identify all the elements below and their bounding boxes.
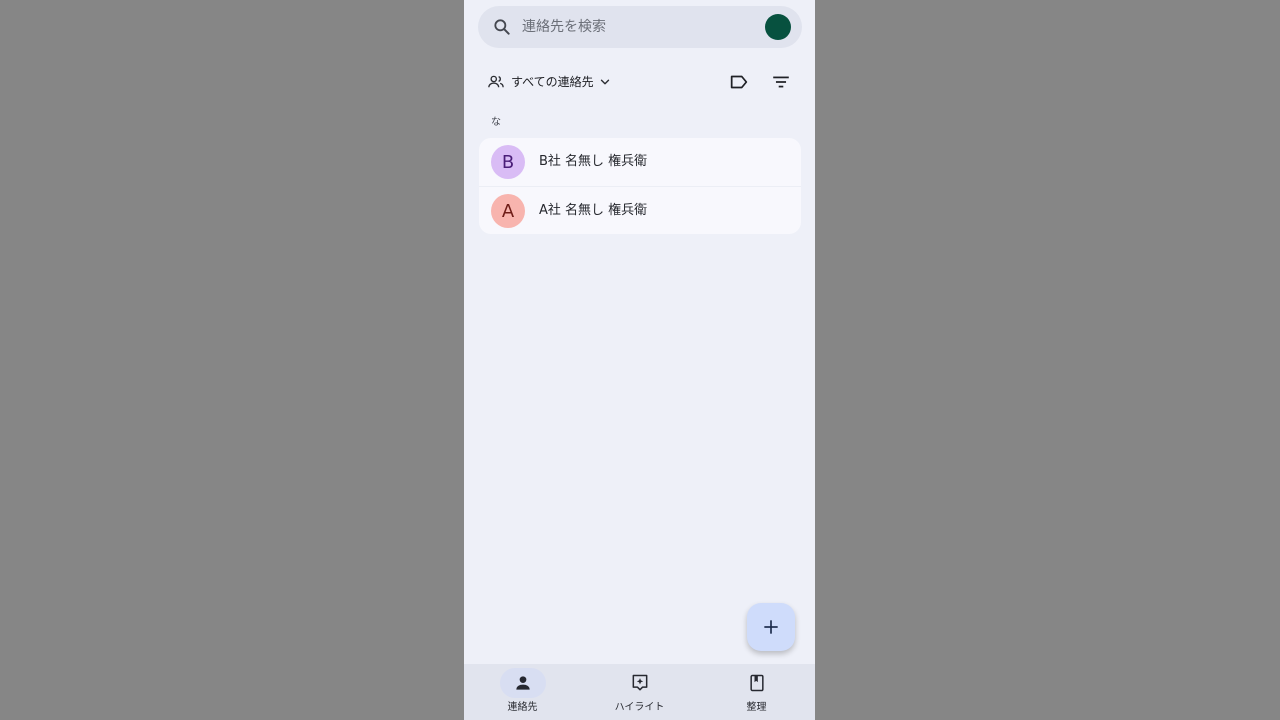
bottom-navigation: 連絡先 ハイライト 整理 — [464, 664, 815, 720]
contact-initial: A — [501, 200, 515, 222]
nav-tab-organize[interactable]: 整理 — [698, 664, 815, 720]
search-input[interactable]: 連絡先を検索 — [522, 17, 606, 37]
nav-tab-contacts[interactable]: 連絡先 — [464, 664, 581, 720]
contact-avatar: A — [491, 194, 525, 228]
nav-label: ハイライト — [614, 702, 665, 713]
nav-label: 整理 — [746, 702, 767, 713]
nav-tab-highlights[interactable]: ハイライト — [581, 664, 698, 720]
plus-icon — [764, 620, 778, 634]
contact-name: A社 名無し 権兵衛 — [539, 203, 648, 218]
people-icon — [488, 75, 504, 88]
contact-row[interactable]: A A社 名無し 権兵衛 — [479, 186, 801, 234]
contact-list: B B社 名無し 権兵衛 A A社 名無し 権兵衛 — [479, 138, 801, 234]
nav-label: 連絡先 — [507, 702, 538, 713]
contact-name: B社 名無し 権兵衛 — [539, 154, 648, 169]
contact-row[interactable]: B B社 名無し 権兵衛 — [479, 138, 801, 186]
search-icon — [494, 19, 510, 35]
contacts-app: 連絡先を検索 すべての連絡先 な B B社 名無し 権兵衛 A A社 名無し 権… — [464, 0, 815, 720]
label-icon[interactable] — [728, 71, 750, 93]
highlight-icon — [632, 674, 648, 691]
add-contact-button[interactable] — [747, 603, 795, 651]
sort-icon[interactable] — [770, 71, 792, 93]
chevron-down-icon[interactable] — [598, 75, 612, 89]
person-icon — [516, 676, 530, 690]
organize-icon — [750, 674, 764, 692]
contact-initial: B — [501, 151, 515, 173]
section-header: な — [491, 117, 501, 128]
filter-row: すべての連絡先 — [464, 62, 815, 102]
search-bar[interactable]: 連絡先を検索 — [478, 6, 802, 48]
contact-avatar: B — [491, 145, 525, 179]
contact-filter-dropdown[interactable]: すべての連絡先 — [511, 73, 594, 91]
account-avatar[interactable] — [765, 14, 791, 40]
